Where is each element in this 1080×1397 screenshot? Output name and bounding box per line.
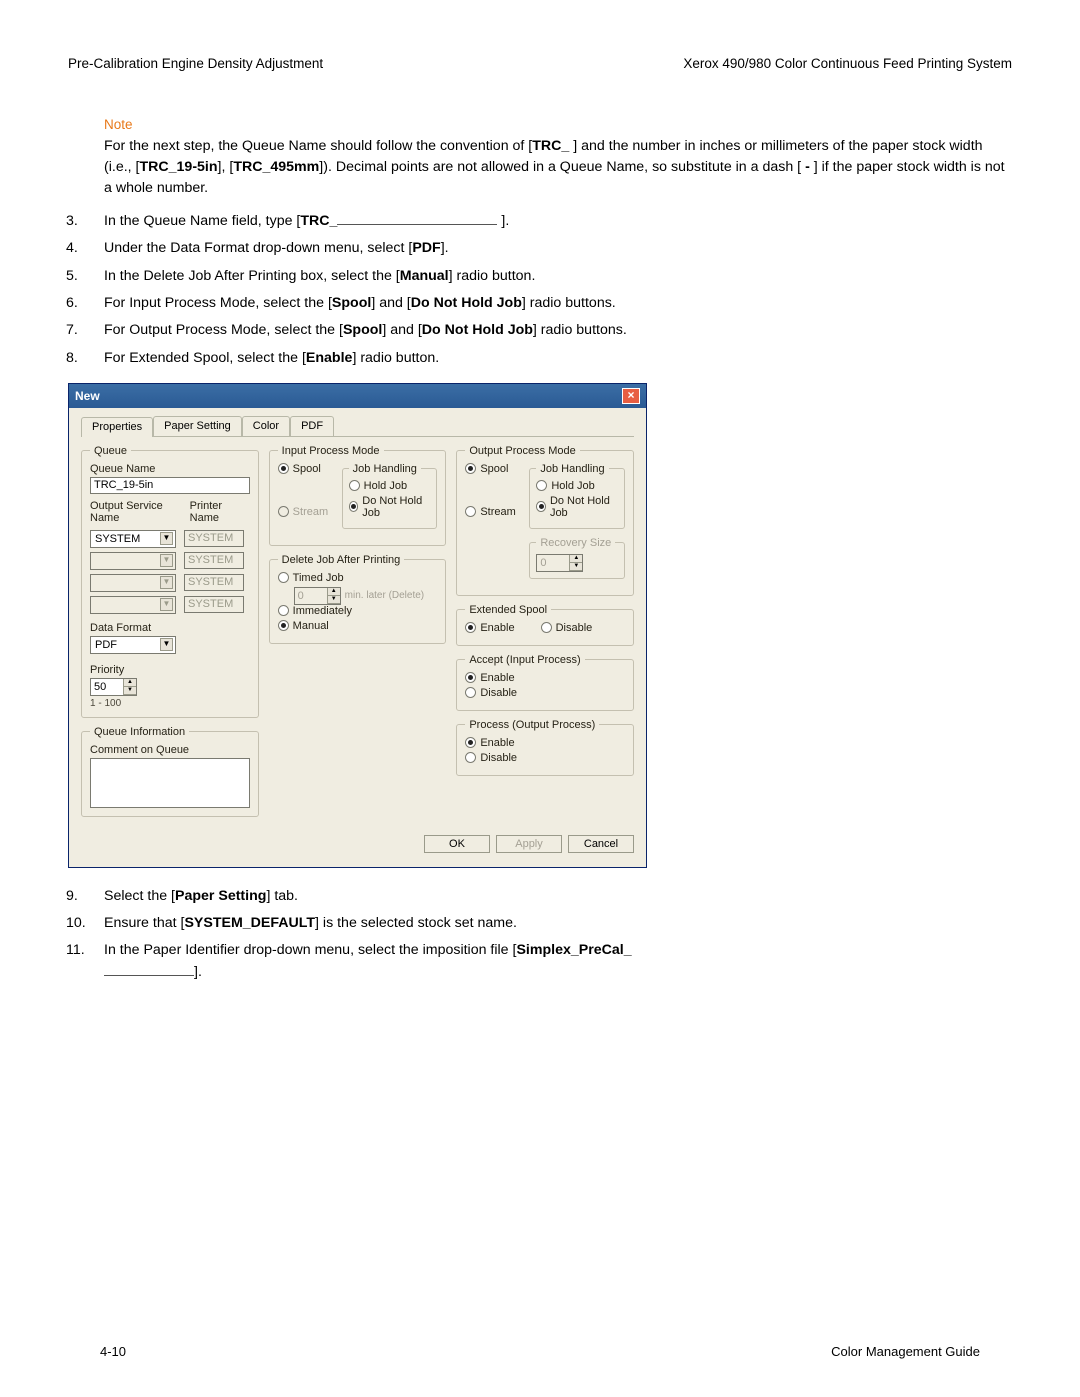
header-left: Pre-Calibration Engine Density Adjustmen… <box>68 56 323 71</box>
ext-disable-radio[interactable]: Disable <box>541 622 593 634</box>
ipm-job-handling: Job Handling Hold Job Do Not Hold Job <box>342 463 438 529</box>
printer-name-3: SYSTEM <box>184 574 244 591</box>
pop-enable-radio[interactable]: Enable <box>465 737 625 749</box>
opm-hold-radio[interactable]: Hold Job <box>536 480 618 492</box>
input-process-mode-fieldset: Input Process Mode Spool Stream Job Hand… <box>269 445 447 546</box>
chevron-down-icon: ▼ <box>160 576 173 589</box>
header-right: Xerox 490/980 Color Continuous Feed Prin… <box>683 56 1012 71</box>
blank-line <box>337 212 497 225</box>
aip-disable-radio[interactable]: Disable <box>465 687 625 699</box>
pop-disable-radio[interactable]: Disable <box>465 752 625 764</box>
step-9: 9. Select the [Paper Setting] tab. <box>66 886 1012 907</box>
queue-fieldset: Queue Queue Name Output Service Name Pri… <box>81 445 259 718</box>
opm-spool-radio[interactable]: Spool <box>465 463 521 475</box>
apply-button: Apply <box>496 835 562 853</box>
chevron-down-icon: ▼ <box>160 532 173 545</box>
queue-name-input[interactable] <box>90 477 250 494</box>
page-footer: 4-10 Color Management Guide <box>100 1344 980 1359</box>
accept-input-fieldset: Accept (Input Process) Enable Disable <box>456 654 634 711</box>
step-4: 4. Under the Data Format drop-down menu,… <box>66 238 1012 259</box>
opm-job-handling: Job Handling Hold Job Do Not Hold Job <box>529 463 625 529</box>
tab-pdf[interactable]: PDF <box>290 416 334 436</box>
book-title: Color Management Guide <box>831 1344 980 1359</box>
note-body: For the next step, the Queue Name should… <box>104 136 1012 199</box>
extended-spool-fieldset: Extended Spool Enable Disable <box>456 604 634 646</box>
step-6: 6. For Input Process Mode, select the [S… <box>66 293 1012 314</box>
opm-stream-radio[interactable]: Stream <box>465 506 521 518</box>
step-list-b: 9. Select the [Paper Setting] tab. 10. E… <box>66 886 1012 983</box>
delete-job-fieldset: Delete Job After Printing Timed Job ▲▼ m… <box>269 554 447 644</box>
page-number: 4-10 <box>100 1344 126 1359</box>
output-service-3: ▼ <box>90 574 176 592</box>
down-icon[interactable]: ▼ <box>123 687 136 695</box>
output-service-select[interactable]: SYSTEM▼ <box>90 530 176 548</box>
tab-paper-setting[interactable]: Paper Setting <box>153 416 242 436</box>
output-service-4: ▼ <box>90 596 176 614</box>
up-icon: ▲ <box>569 555 582 563</box>
step-7: 7. For Output Process Mode, select the [… <box>66 320 1012 341</box>
djap-timed-radio[interactable]: Timed Job <box>278 572 438 584</box>
queue-info-fieldset: Queue Information Comment on Queue <box>81 726 259 817</box>
tab-strip: Properties Paper Setting Color PDF <box>81 416 634 437</box>
step-10: 10. Ensure that [SYSTEM_DEFAULT] is the … <box>66 913 1012 934</box>
timed-spinner: ▲▼ <box>294 587 341 605</box>
tab-color[interactable]: Color <box>242 416 290 436</box>
title-bar: New × <box>69 384 646 408</box>
djap-manual-radio[interactable]: Manual <box>278 620 438 632</box>
new-dialog: New × Properties Paper Setting Color PDF… <box>68 383 647 868</box>
output-process-mode-fieldset: Output Process Mode Spool Stream Job Han… <box>456 445 634 596</box>
chevron-down-icon: ▼ <box>160 598 173 611</box>
step-5: 5. In the Delete Job After Printing box,… <box>66 266 1012 287</box>
aip-enable-radio[interactable]: Enable <box>465 672 625 684</box>
step-8: 8. For Extended Spool, select the [Enabl… <box>66 348 1012 369</box>
down-icon: ▼ <box>569 563 582 571</box>
dialog-buttons: OK Apply Cancel <box>81 835 634 853</box>
ipm-hold-radio[interactable]: Hold Job <box>349 480 431 492</box>
up-icon[interactable]: ▲ <box>123 679 136 687</box>
djap-imm-radio[interactable]: Immediately <box>278 605 438 617</box>
data-format-select[interactable]: PDF▼ <box>90 636 176 654</box>
queue-name-label: Queue Name <box>90 463 250 475</box>
tab-properties[interactable]: Properties <box>81 417 153 437</box>
recovery-spinner: ▲▼ <box>536 554 583 572</box>
step-list-a: 3. In the Queue Name field, type [TRC_ ]… <box>66 211 1012 369</box>
down-icon: ▼ <box>327 596 340 604</box>
chevron-down-icon: ▼ <box>160 638 173 651</box>
chevron-down-icon: ▼ <box>160 554 173 567</box>
ipm-nohold-radio[interactable]: Do Not Hold Job <box>349 495 431 519</box>
printer-name-4: SYSTEM <box>184 596 244 613</box>
cancel-button[interactable]: Cancel <box>568 835 634 853</box>
ipm-stream-radio: Stream <box>278 506 334 518</box>
dialog-title: New <box>75 389 100 403</box>
blank-line <box>104 962 194 975</box>
page-header: Pre-Calibration Engine Density Adjustmen… <box>68 56 1012 71</box>
output-service-2: ▼ <box>90 552 176 570</box>
ext-enable-radio[interactable]: Enable <box>465 622 514 634</box>
comment-textarea[interactable] <box>90 758 250 808</box>
ok-button[interactable]: OK <box>424 835 490 853</box>
recovery-size-fieldset: Recovery Size ▲▼ <box>529 537 625 579</box>
priority-spinner[interactable]: ▲▼ <box>90 678 137 696</box>
process-output-fieldset: Process (Output Process) Enable Disable <box>456 719 634 776</box>
opm-nohold-radio[interactable]: Do Not Hold Job <box>536 495 618 519</box>
up-icon: ▲ <box>327 588 340 596</box>
printer-name-1: SYSTEM <box>184 530 244 547</box>
step-11: 11. In the Paper Identifier drop-down me… <box>66 940 1012 983</box>
ipm-spool-radio[interactable]: Spool <box>278 463 334 475</box>
close-icon[interactable]: × <box>622 388 640 404</box>
printer-name-2: SYSTEM <box>184 552 244 569</box>
step-3: 3. In the Queue Name field, type [TRC_ ]… <box>66 211 1012 232</box>
note-label: Note <box>104 117 1012 132</box>
